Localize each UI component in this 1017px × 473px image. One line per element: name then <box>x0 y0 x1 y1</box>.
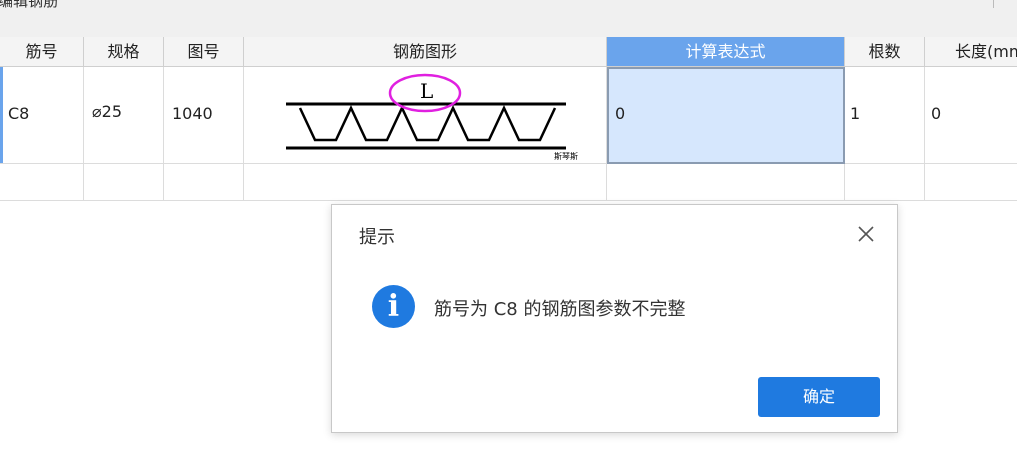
rebar-shape-cell[interactable]: L 斯琴斯 <box>244 67 607 164</box>
table-row-cell[interactable]: C8 <box>0 67 84 164</box>
empty-cell[interactable] <box>164 164 244 201</box>
shape-caption: 斯琴斯 <box>554 151 578 161</box>
empty-cell[interactable] <box>845 164 925 201</box>
spec-value: ⌀25 <box>92 102 122 121</box>
toolbar: 编辑钢筋 <box>0 0 1017 38</box>
col-header-spec[interactable]: 规格 <box>84 37 164 67</box>
col-header-count[interactable]: 根数 <box>845 37 925 67</box>
close-icon <box>858 226 874 242</box>
empty-cell[interactable] <box>0 164 84 201</box>
col-header-figure-no[interactable]: 图号 <box>164 37 244 67</box>
table-row-cell[interactable]: ⌀25 <box>84 67 164 164</box>
window-title: 编辑钢筋 <box>0 0 59 10</box>
col-header-bar-no[interactable]: 筋号 <box>0 37 84 67</box>
rebar-truss-figure: L 斯琴斯 <box>286 73 578 161</box>
shape-label-L: L <box>420 79 433 103</box>
length-value: 0 <box>931 104 942 123</box>
col-header-expression[interactable]: 计算表达式 <box>607 37 845 67</box>
table-row-cell[interactable]: 1040 <box>164 67 244 164</box>
count-value: 1 <box>850 104 861 123</box>
dialog-title: 提示 <box>359 227 395 248</box>
empty-cell[interactable] <box>244 164 607 201</box>
expression-cell[interactable]: 0 <box>607 67 845 164</box>
ok-button[interactable]: 确定 <box>758 377 880 417</box>
empty-cell[interactable] <box>84 164 164 201</box>
expression-value: 0 <box>615 104 626 123</box>
empty-cell[interactable] <box>925 164 1017 201</box>
table-row-cell[interactable]: 1 <box>845 67 925 164</box>
alert-dialog: 提示 i 筋号为 C8 的钢筋图参数不完整 确定 <box>331 204 898 433</box>
info-icon: i <box>372 285 415 328</box>
col-header-shape[interactable]: 钢筋图形 <box>244 37 607 67</box>
figure-no-value: 1040 <box>172 104 213 123</box>
col-header-length[interactable]: 长度(mm) <box>925 37 1017 67</box>
dialog-message: 筋号为 C8 的钢筋图参数不完整 <box>434 299 686 320</box>
rebar-table: 筋号 规格 图号 钢筋图形 计算表达式 根数 长度(mm) C8 ⌀25 104… <box>0 37 1017 201</box>
divider <box>993 0 994 8</box>
empty-cell[interactable] <box>607 164 845 201</box>
bar-no-value: C8 <box>8 104 30 123</box>
table-row-cell[interactable]: 0 <box>925 67 1017 164</box>
close-button[interactable] <box>852 220 880 248</box>
